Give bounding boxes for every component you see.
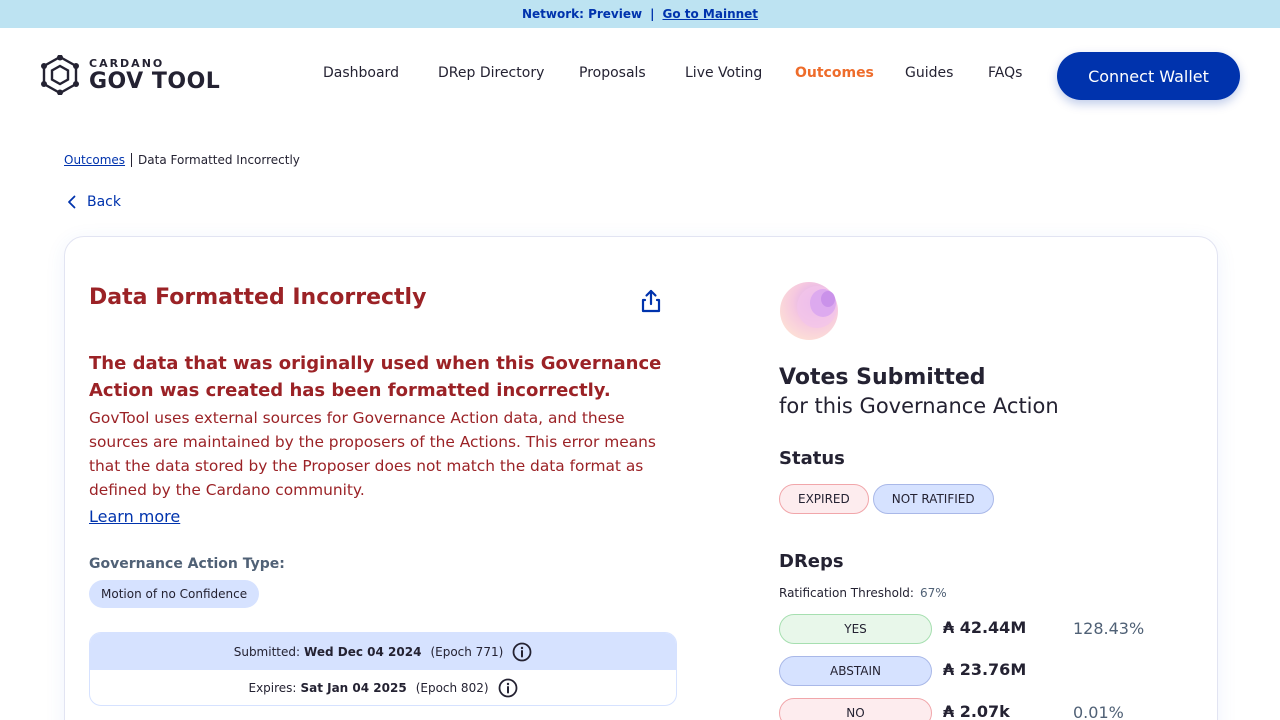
error-heading: The data that was originally used when t…: [89, 353, 662, 401]
breadcrumb-outcomes-link[interactable]: Outcomes: [64, 153, 133, 167]
expires-date: Sat Jan 04 2025: [300, 681, 407, 695]
vote-no-amount: ₳ 2.07k: [943, 702, 1010, 720]
network-label: Network: Preview: [521, 7, 643, 21]
status-label: Status: [779, 448, 845, 469]
vote-abstain-amount: ₳ 23.76M: [943, 660, 1027, 679]
share-button[interactable]: [637, 287, 665, 315]
ratification-threshold: Ratification Threshold: 67%: [779, 586, 947, 600]
info-icon[interactable]: [498, 678, 518, 698]
info-icon[interactable]: [512, 642, 532, 662]
threshold-label: Ratification Threshold:: [779, 586, 914, 600]
votes-subtitle: for this Governance Action: [779, 394, 1059, 418]
breadcrumb: Outcomes Data Formatted Incorrectly: [64, 150, 300, 170]
submitted-date: Wed Dec 04 2024: [304, 644, 422, 659]
nav-guides[interactable]: Guides: [905, 65, 953, 81]
status-expired-pill: EXPIRED: [779, 484, 869, 514]
expires-label: Expires:: [248, 681, 297, 695]
governance-action-type-pill: Motion of no Confidence: [89, 580, 260, 608]
connect-wallet-button[interactable]: Connect Wallet: [1057, 52, 1240, 100]
chevron-left-icon: [68, 195, 76, 209]
vote-no-percent: 0.01%: [1073, 703, 1124, 720]
status-pills: EXPIRED NOT RATIFIED: [779, 484, 998, 514]
expires-epoch: (Epoch 802): [415, 681, 489, 695]
nav-drep-directory[interactable]: DRep Directory: [438, 65, 544, 81]
back-label: Back: [87, 194, 121, 210]
expires-row: Expires: Sat Jan 04 2025 (Epoch 802): [90, 670, 676, 705]
vote-yes-percent: 128.43%: [1073, 619, 1145, 638]
vote-row-no: NO ₳ 2.07k 0.01%: [779, 698, 1179, 720]
vote-row-abstain: ABSTAIN ₳ 23.76M: [779, 656, 1179, 686]
nav-faqs[interactable]: FAQs: [988, 65, 1022, 81]
nav-proposals[interactable]: Proposals: [579, 65, 646, 81]
network-separator: |: [650, 7, 655, 21]
vote-yes-amount: ₳ 42.44M: [943, 618, 1027, 637]
go-to-mainnet-link[interactable]: Go to Mainnet: [662, 7, 758, 21]
submitted-row: Submitted: Wed Dec 04 2024 (Epoch 771): [90, 633, 676, 670]
nav-outcomes[interactable]: Outcomes: [795, 65, 874, 81]
votes-title: Votes Submitted: [779, 365, 986, 390]
header: CARDANO GOV TOOL Dashboard DRep Director…: [0, 28, 1280, 124]
share-icon: [641, 289, 661, 313]
status-not-ratified-pill: NOT RATIFIED: [872, 484, 994, 514]
error-body: GovTool uses external sources for Govern…: [89, 409, 656, 499]
threshold-value: 67%: [919, 586, 947, 600]
network-bar: Network: Preview | Go to Mainnet: [0, 0, 1280, 28]
nav-live-voting[interactable]: Live Voting: [685, 65, 762, 81]
proposal-title: Data Formatted Incorrectly: [89, 285, 427, 310]
votes-illustration: [780, 282, 838, 340]
vote-yes-pill: YES: [779, 614, 932, 644]
governance-action-type-label: Governance Action Type:: [89, 556, 285, 572]
back-button[interactable]: Back: [64, 194, 121, 210]
submitted-label: Submitted:: [233, 644, 301, 659]
vote-row-yes: YES ₳ 42.44M 128.43%: [779, 614, 1179, 644]
dreps-label: DReps: [779, 551, 844, 572]
dates-box: Submitted: Wed Dec 04 2024 (Epoch 771) E…: [89, 632, 677, 706]
nav-dashboard[interactable]: Dashboard: [323, 65, 399, 81]
vote-no-pill: NO: [779, 698, 932, 720]
submitted-epoch: (Epoch 771): [430, 644, 504, 659]
learn-more-link[interactable]: Learn more: [89, 507, 180, 526]
vote-abstain-pill: ABSTAIN: [779, 656, 932, 686]
breadcrumb-current: Data Formatted Incorrectly: [138, 153, 300, 167]
